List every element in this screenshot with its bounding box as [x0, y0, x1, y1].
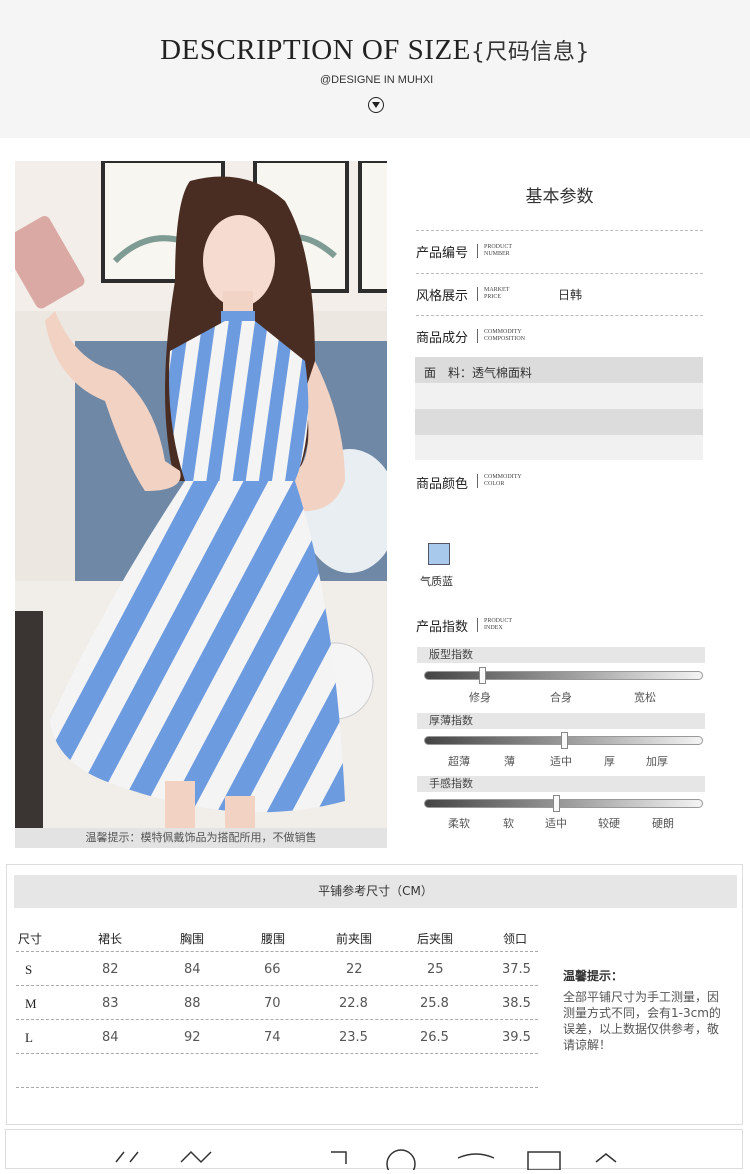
table-cell: 23.5	[339, 1030, 368, 1045]
softness-tick: 适中	[545, 817, 567, 830]
table-cell: 70	[264, 996, 281, 1011]
thickness-index-knob	[561, 732, 568, 749]
size-table-title: 平铺参考尺寸（CM）	[14, 875, 737, 908]
table-cell: 26.5	[420, 1030, 449, 1045]
hang-dry-icon	[457, 1153, 495, 1159]
row-divider	[16, 1019, 538, 1020]
softness-tick: 较硬	[598, 817, 620, 830]
table-cell: 22.8	[339, 996, 368, 1011]
softness-tick: 柔软	[448, 817, 470, 830]
softness-tick: 硬朗	[652, 817, 674, 830]
color-name: 气质蓝	[420, 575, 453, 588]
index-en: PRODUCT INDEX	[477, 618, 512, 632]
composition-en: COMMODITY COMPOSITION	[477, 329, 525, 343]
model-photo	[15, 161, 387, 828]
col-header: 领口	[503, 932, 528, 946]
photo-disclaimer: 温馨提示：模特佩戴饰品为搭配所用，不做销售	[15, 828, 387, 848]
fit-tick: 修身	[469, 691, 491, 704]
tumble-dry-icon	[527, 1151, 561, 1171]
table-cell: 84	[102, 1030, 119, 1045]
table-cell: 66	[264, 962, 281, 977]
fabric-row-empty	[415, 409, 703, 435]
page-title: DESCRIPTION OF SIZE{尺码信息}	[0, 34, 750, 67]
col-header: 胸围	[180, 932, 205, 946]
chevron-down-icon	[368, 97, 384, 113]
tip-title: 温馨提示：	[563, 969, 624, 983]
thickness-tick: 适中	[550, 755, 572, 768]
no-bleach-icon	[180, 1150, 212, 1164]
row-divider	[16, 985, 538, 986]
fit-index-header: 版型指数	[417, 647, 705, 663]
product-number-label: 产品编号	[416, 246, 469, 261]
table-cell: 37.5	[502, 962, 531, 977]
dry-clean-icon	[386, 1149, 416, 1174]
index-label: 产品指数	[416, 620, 469, 635]
divider	[416, 315, 703, 316]
size-header	[0, 0, 750, 138]
thickness-index-header: 厚薄指数	[417, 713, 705, 729]
thickness-tick: 薄	[504, 755, 515, 768]
fit-tick: 宽松	[634, 691, 656, 704]
size-cell: M	[25, 996, 37, 1011]
table-cell: 84	[184, 962, 201, 977]
table-cell: 25.8	[420, 996, 449, 1011]
table-cell: 25	[427, 962, 444, 977]
style-value: 日韩	[558, 288, 583, 302]
table-cell: 22	[346, 962, 363, 977]
title-cn: {尺码信息}	[470, 40, 590, 65]
table-cell: 39.5	[502, 1030, 531, 1045]
col-header: 裙长	[98, 932, 123, 946]
fit-tick: 合身	[550, 691, 572, 704]
color-en: COMMODITY COLOR	[477, 474, 522, 488]
softness-tick: 软	[503, 817, 514, 830]
table-cell: 88	[184, 996, 201, 1011]
wash-icon	[115, 1151, 139, 1163]
care-icons-section	[5, 1129, 743, 1174]
thickness-tick: 厚	[604, 755, 615, 768]
style-en: MARKET PRICE	[477, 287, 509, 301]
params-title: 基本参数	[525, 187, 594, 207]
title-en: DESCRIPTION OF SIZE	[160, 34, 471, 66]
softness-index-header: 手感指数	[417, 776, 705, 792]
table-cell: 83	[102, 996, 119, 1011]
col-header: 前夹围	[336, 932, 373, 946]
softness-index-slider	[424, 795, 703, 812]
thickness-tick: 超薄	[448, 755, 470, 768]
table-cell: 82	[102, 962, 119, 977]
fit-index-slider	[424, 667, 703, 684]
thickness-tick: 加厚	[646, 755, 668, 768]
fabric-row-empty	[415, 435, 703, 460]
fit-index-knob	[479, 667, 486, 684]
softness-index-knob	[553, 795, 560, 812]
col-header: 后夹围	[417, 932, 454, 946]
thickness-index-slider	[424, 732, 703, 749]
size-cell: S	[25, 962, 33, 977]
row-divider	[16, 951, 538, 952]
style-label: 风格展示	[416, 289, 469, 304]
row-divider	[16, 1087, 538, 1088]
fabric-row-empty	[415, 383, 703, 409]
color-label: 商品颜色	[416, 477, 469, 492]
no-wring-icon	[595, 1153, 617, 1163]
product-number-en: PRODUCT NUMBER	[477, 244, 512, 258]
table-cell: 74	[264, 1030, 281, 1045]
color-swatch[interactable]	[428, 543, 450, 565]
iron-icon	[331, 1151, 347, 1164]
size-cell: L	[25, 1030, 33, 1045]
col-header: 腰围	[261, 932, 286, 946]
composition-label: 商品成分	[416, 331, 469, 346]
divider	[416, 230, 703, 231]
designer-credit: @DESIGNE IN MUHXI	[320, 74, 434, 86]
col-header: 尺寸	[18, 932, 43, 946]
divider	[416, 273, 703, 274]
row-divider	[16, 1053, 538, 1054]
table-cell: 92	[184, 1030, 201, 1045]
fabric-value: 面 料：透气棉面料	[424, 366, 533, 380]
table-cell: 38.5	[502, 996, 531, 1011]
tip-text: 全部平铺尺寸为手工测量，因测量方式不同，会有1-3cm的误差，以上数据仅供参考，…	[563, 990, 721, 1052]
